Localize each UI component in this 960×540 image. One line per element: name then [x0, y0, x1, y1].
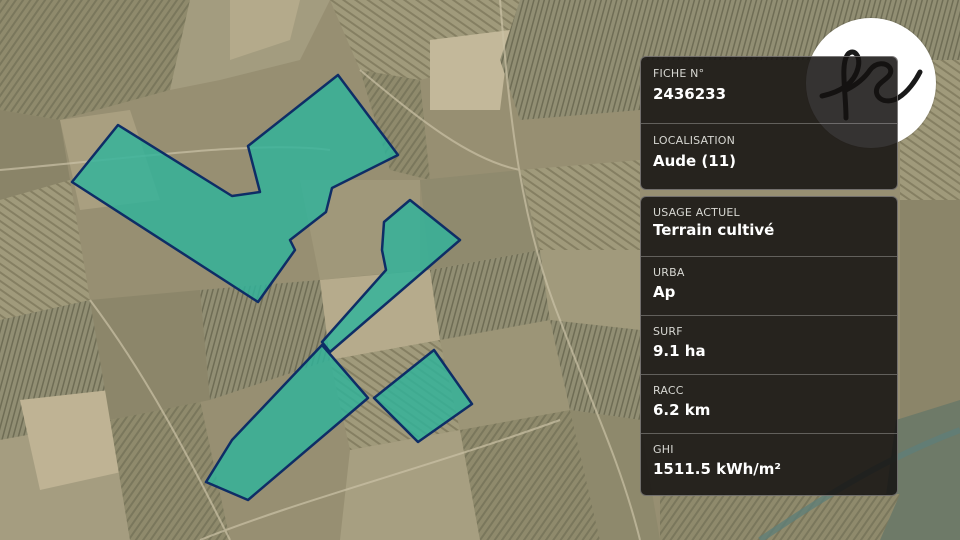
- attribute-row-usage: USAGE ACTUEL Terrain cultivé: [641, 197, 897, 256]
- fiche-value: 2436233: [653, 85, 727, 103]
- ghi-label: GHI: [653, 443, 674, 456]
- localisation-label: LOCALISATION: [653, 134, 736, 147]
- localisation-value: Aude (11): [653, 152, 737, 170]
- localisation-row: LOCALISATION Aude (11): [641, 123, 897, 189]
- fiche-label: FICHE N°: [653, 67, 705, 80]
- ghi-value: 1511.5 kWh/m²: [653, 460, 781, 478]
- parcel-id-card: FICHE N° 2436233 LOCALISATION Aude (11): [640, 56, 898, 190]
- usage-label: USAGE ACTUEL: [653, 206, 740, 219]
- racc-value: 6.2 km: [653, 401, 711, 419]
- attribute-row-racc: RACC 6.2 km: [641, 374, 897, 433]
- attribute-row-surf: SURF 9.1 ha: [641, 315, 897, 374]
- racc-label: RACC: [653, 384, 684, 397]
- surf-label: SURF: [653, 325, 683, 338]
- urba-label: URBA: [653, 266, 685, 279]
- fiche-row: FICHE N° 2436233: [641, 57, 897, 123]
- surf-value: 9.1 ha: [653, 342, 706, 360]
- urba-value: Ap: [653, 283, 676, 301]
- usage-value: Terrain cultivé: [653, 221, 775, 239]
- attribute-row-urba: URBA Ap: [641, 256, 897, 315]
- parcel-attributes-card: USAGE ACTUEL Terrain cultivé URBA Ap SUR…: [640, 196, 898, 496]
- attribute-row-ghi: GHI 1511.5 kWh/m²: [641, 433, 897, 492]
